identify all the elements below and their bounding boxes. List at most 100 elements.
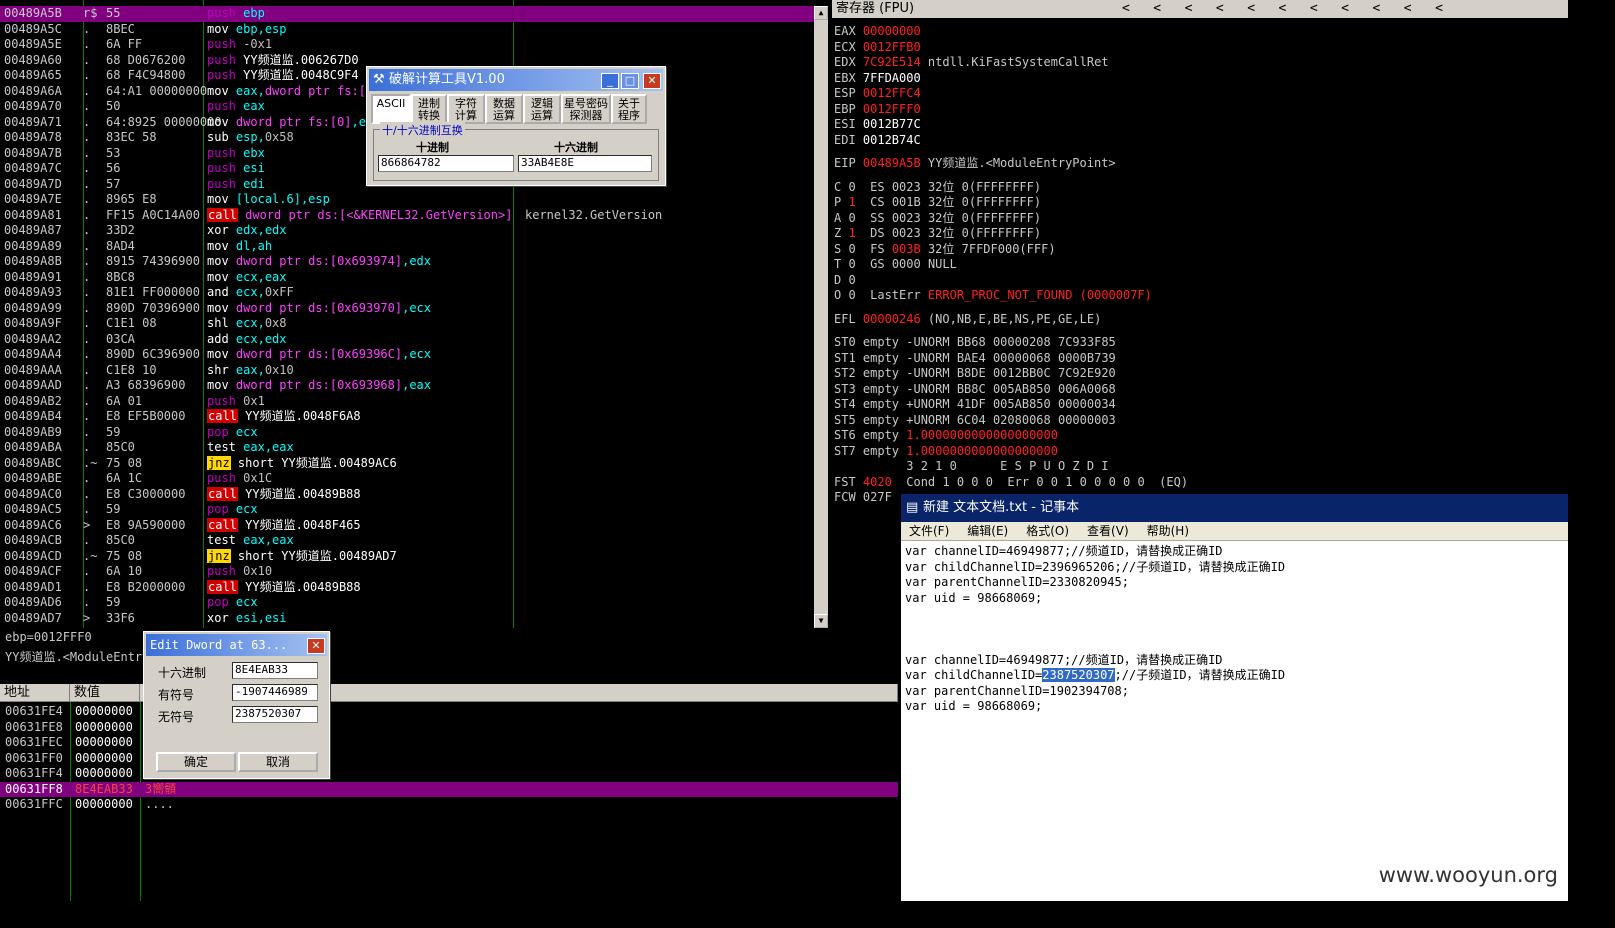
signed-field[interactable]: -1907446989 — [232, 684, 318, 701]
hex-input[interactable]: 33AB4E8E — [518, 155, 652, 172]
register-row[interactable]: ECX 0012FFB0 — [834, 40, 921, 56]
registers-header[interactable]: 寄存器 (FPU) < < < < < < < < < < < — [832, 0, 1568, 18]
edit-dword-title-bar[interactable]: Edit Dword at 63... ✕ — [146, 634, 327, 656]
dump-row[interactable]: 00631FF4 00000000 — [0, 766, 898, 782]
disasm-row[interactable]: 00489A81. FF15 A0C14A00 call dword ptr ds:… — [0, 207, 814, 224]
notepad-menu-item[interactable]: 帮助(H) — [1147, 524, 1189, 538]
fpu-row[interactable]: ST7 empty 1.0000000000000000000 — [834, 444, 1058, 460]
cancel-button[interactable]: 取消 — [238, 752, 318, 772]
disasm-row[interactable]: 00489AB2. 6A 01 push 0x1 — [0, 394, 814, 410]
disasm-row[interactable]: 00489A9F. C1E1 08 shl ecx,0x8 — [0, 316, 814, 332]
disasm-row[interactable]: 00489ACF. 6A 10 push 0x10 — [0, 564, 814, 580]
disasm-row[interactable]: 00489AC0. E8 C3000000 call YY频道监.00489B88 — [0, 486, 814, 503]
disasm-row[interactable]: 00489A87. 33D2 xor edx,edx — [0, 223, 814, 239]
register-row[interactable]: EDI 0012B74C — [834, 133, 921, 149]
disassembly-scrollbar[interactable]: ▲ ▼ — [814, 6, 828, 628]
disasm-row[interactable]: 00489AB9. 59 pop ecx — [0, 425, 814, 441]
register-row[interactable]: EBP 0012FFF0 — [834, 102, 921, 118]
fpu-row[interactable]: ST4 empty +UNORM 41DF 005AB850 00000034 — [834, 397, 1116, 413]
ok-button[interactable]: 确定 — [156, 752, 236, 772]
calc-tab[interactable]: ASCII — [371, 94, 411, 124]
disasm-row[interactable]: 00489AAA. C1E8 10 shr eax,0x10 — [0, 363, 814, 379]
flag-row[interactable]: S 0 FS 003B 32位 7FFDF000(FFF) — [834, 242, 1056, 258]
disasm-row[interactable]: 00489AB4. E8 EF5B0000 call YY频道监.0048F6A8 — [0, 409, 814, 425]
calc-tab[interactable]: 关于 程序 — [611, 94, 647, 124]
disasm-row[interactable]: 00489A99. 890D 70396900 mov dword ptr ds:[… — [0, 301, 814, 317]
register-row[interactable]: EDX 7C92E514 ntdll.KiFastSystemCallRet — [834, 55, 1109, 71]
dump-row[interactable]: 00631FF0 00000000 — [0, 751, 898, 767]
disasm-row[interactable]: 00489A93. 81E1 FF000000 and ecx,0xFF — [0, 285, 814, 301]
unsigned-field[interactable]: 2387520307 — [232, 706, 318, 723]
close-button[interactable]: ✕ — [307, 638, 325, 654]
dump-pane[interactable]: 地址 数值 00631FE4 00000000 00631FE8 00000000 00… — [0, 684, 898, 901]
disasm-row[interactable]: 00489A5B r$ 55 push ebp — [0, 6, 814, 22]
dump-row[interactable]: 00631FE4 00000000 — [0, 704, 898, 720]
calc-tab[interactable]: 数据 运算 — [485, 94, 523, 124]
disasm-row[interactable]: 00489ABA. 85C0 test eax,eax — [0, 440, 814, 456]
disasm-row[interactable]: 00489A5E. 6A FF push -0x1 — [0, 37, 814, 53]
disasm-row[interactable]: 00489ACB. 85C0 test eax,eax — [0, 533, 814, 549]
disasm-row[interactable]: 00489A8B. 8915 74396900 mov dword ptr ds:[… — [0, 254, 814, 270]
dump-row[interactable]: 00631FE8 00000000 — [0, 720, 898, 736]
notepad-menu-item[interactable]: 编辑(E) — [967, 524, 1008, 538]
disasm-row[interactable]: 00489A89. 8AD4 mov dl,ah — [0, 239, 814, 255]
register-row[interactable]: EBX 7FFDA000 — [834, 71, 921, 87]
efl-row[interactable]: EFL 00000246 (NO,NB,E,BE,NS,PE,GE,LE) — [834, 312, 1101, 328]
fst-row[interactable]: FST 4020 Cond 1 0 0 0 Err 0 0 1 0 0 0 0 … — [834, 475, 1188, 491]
register-row[interactable]: ESI 0012B77C — [834, 117, 921, 133]
fpu-row[interactable]: ST2 empty -UNORM B8DE 0012BB0C 7C92E920 — [834, 366, 1116, 382]
fpu-row[interactable]: ST0 empty -UNORM BB68 00000208 7C933F85 — [834, 335, 1116, 351]
calc-tab[interactable]: 字符 计算 — [447, 94, 485, 124]
notepad-title-bar[interactable]: ▤ 新建 文本文档.txt - 记事本 — [901, 494, 1568, 522]
notepad-text-area[interactable]: var channelID=46949877;//频道ID，请替换成正确ID va… — [901, 542, 1568, 901]
calc-title-bar[interactable]: ⚒ 破解计算工具V1.00 _ □ ✕ — [369, 69, 663, 91]
disasm-row[interactable]: 00489AC6 > E8 9A590000 call YY频道监.0048F465 — [0, 517, 814, 534]
disasm-row[interactable]: 00489AD7 >33F6 xor esi,esi — [0, 611, 814, 627]
disasm-row[interactable]: 00489AAD. A3 68396900 mov dword ptr ds:[0x… — [0, 378, 814, 394]
flag-row[interactable]: T 0 GS 0000 NULL — [834, 257, 957, 273]
notepad-menu-item[interactable]: 查看(V) — [1087, 524, 1129, 538]
calc-tab[interactable]: 逻辑 运算 — [523, 94, 561, 124]
lasterr-row[interactable]: O 0 LastErr ERROR_PROC_NOT_FOUND (000000… — [834, 288, 1152, 304]
disasm-row[interactable]: 00489AA2. 03CA add ecx,edx — [0, 332, 814, 348]
fpu-row[interactable]: ST1 empty -UNORM BAE4 00000068 0000B739 — [834, 351, 1116, 367]
close-button[interactable]: ✕ — [643, 73, 661, 89]
calc-tab[interactable]: 星号密码 探测器 — [561, 94, 611, 124]
maximize-button[interactable]: □ — [621, 73, 639, 89]
scroll-down-button[interactable]: ▼ — [814, 614, 828, 628]
calc-tool-window[interactable]: ⚒ 破解计算工具V1.00 _ □ ✕ ASCII 进制 转换 字符 计算 数据 运算… — [366, 66, 666, 186]
hex-field[interactable]: 8E4EAB33 — [232, 662, 318, 679]
dump-row[interactable]: 00631FF8 8E4EAB33 3嚮顝 — [0, 781, 898, 797]
disasm-row[interactable]: 00489AD6. 59 pop ecx — [0, 595, 814, 611]
register-row[interactable]: EAX 00000000 — [834, 24, 921, 40]
fpu-row[interactable]: ST3 empty -UNORM BB8C 005AB850 006A0068 — [834, 382, 1116, 398]
panel-arrows[interactable]: < < < < < < < < < < < — [1122, 0, 1443, 18]
fpu-row[interactable]: ST5 empty +UNORM 6C04 02080068 00000003 — [834, 413, 1116, 429]
flag-row[interactable]: Z 1 DS 0023 32位 0(FFFFFFFF) — [834, 226, 1041, 242]
disasm-row[interactable]: 00489ABC .~ 75 08 jnz short YY频道监.00489AC6 — [0, 455, 814, 472]
flag-row[interactable]: A 0 SS 0023 32位 0(FFFFFFFF) — [834, 211, 1041, 227]
fpu-row[interactable]: ST6 empty 1.0000000000000000000 — [834, 428, 1058, 444]
dec-input[interactable]: 866864782 — [378, 155, 514, 172]
scroll-up-button[interactable]: ▲ — [814, 6, 828, 20]
disasm-row[interactable]: 00489AD1. E8 B2000000 call YY频道监.00489B88 — [0, 579, 814, 596]
edit-dword-dialog[interactable]: Edit Dword at 63... ✕ 十六进制 8E4EAB33 有符号 … — [143, 631, 330, 779]
calc-tab[interactable]: 进制 转换 — [411, 94, 447, 124]
disasm-row[interactable]: 00489ABE. 6A 1C push 0x1C — [0, 471, 814, 487]
selected-text[interactable]: 2387520307 — [1042, 668, 1115, 682]
dump-row[interactable]: 00631FFC 00000000.... — [0, 797, 898, 813]
notepad-menu-item[interactable]: 格式(O) — [1026, 524, 1069, 538]
disasm-row[interactable]: 00489AA4. 890D 6C396900 mov dword ptr ds:[… — [0, 347, 814, 363]
eip-row[interactable]: EIP 00489A5B YY频道监.<ModuleEntryPoint> — [834, 156, 1116, 172]
fcw-row[interactable]: FCW 027F — [834, 490, 892, 506]
disasm-row[interactable]: 00489ACD .~ 75 08 jnz short YY频道监.00489AD7 — [0, 548, 814, 565]
disasm-row[interactable]: 00489A91. 8BC8 mov ecx,eax — [0, 270, 814, 286]
fpu-header-row[interactable]: 3 2 1 0 E S P U O Z D I — [834, 459, 1108, 475]
dump-col-address[interactable]: 地址 — [0, 684, 70, 702]
notepad-window[interactable]: ▤ 新建 文本文档.txt - 记事本 文件(F) 编辑(E) 格式(O) 查看(V)… — [901, 494, 1568, 901]
flag-row[interactable]: P 1 CS 001B 32位 0(FFFFFFFF) — [834, 195, 1041, 211]
flag-row[interactable]: C 0 ES 0023 32位 0(FFFFFFFF) — [834, 180, 1041, 196]
minimize-button[interactable]: _ — [601, 73, 619, 89]
dump-col-value[interactable]: 数值 — [70, 684, 140, 702]
disasm-row[interactable]: 00489A7E. 8965 E8 mov [local.6],esp — [0, 192, 814, 208]
